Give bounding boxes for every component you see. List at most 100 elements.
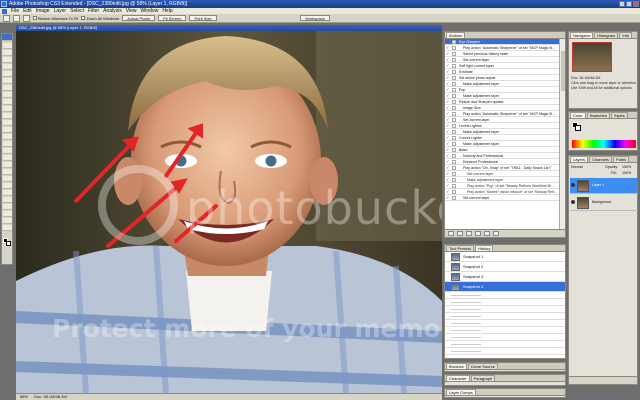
tool-button[interactable] <box>3 78 12 84</box>
dialog-toggle-icon[interactable] <box>452 70 456 74</box>
action-toggle-checkbox[interactable]: ✓ <box>446 52 450 56</box>
action-toggle-checkbox[interactable]: ✓ <box>446 130 450 134</box>
visibility-eye-icon[interactable] <box>571 200 575 204</box>
close-button[interactable] <box>633 1 639 7</box>
action-toggle-checkbox[interactable]: ✓ <box>446 160 450 164</box>
maximize-button[interactable] <box>626 1 632 7</box>
actual-pixels-button[interactable]: Actual Pixels <box>122 15 156 21</box>
actions-scroll-thumb[interactable] <box>561 51 565 91</box>
action-toggle-checkbox[interactable]: ✓ <box>446 46 450 50</box>
history-state[interactable] <box>445 334 565 341</box>
dialog-toggle-icon[interactable] <box>452 148 456 152</box>
tab-channels[interactable]: Channels <box>589 156 612 162</box>
history-snapshot[interactable]: Snapshot 2 <box>445 262 565 272</box>
tab-clone-source[interactable]: Clone Source <box>467 363 498 369</box>
zoom-level[interactable]: 58% <box>20 394 28 400</box>
tool-button[interactable] <box>3 211 12 217</box>
dialog-toggle-icon[interactable] <box>452 160 456 164</box>
history-state[interactable] <box>445 348 565 355</box>
action-toggle-checkbox[interactable]: ✓ <box>446 154 450 158</box>
action-toggle-checkbox[interactable]: ✓ <box>446 70 450 74</box>
action-toggle-checkbox[interactable]: ✓ <box>446 112 450 116</box>
fill-field[interactable]: 100% <box>622 171 631 176</box>
zoom-in-icon[interactable] <box>13 14 20 22</box>
tool-button[interactable] <box>3 204 12 210</box>
dialog-toggle-icon[interactable] <box>452 64 456 68</box>
tool-button[interactable] <box>3 113 12 119</box>
dialog-toggle-icon[interactable] <box>452 106 456 110</box>
dialog-toggle-icon[interactable] <box>452 52 456 56</box>
tool-button[interactable] <box>3 106 12 112</box>
history-snapshot[interactable]: Snapshot 4 <box>445 282 565 292</box>
history-state[interactable] <box>445 341 565 348</box>
new-action-button[interactable] <box>484 231 490 236</box>
background-color-icon[interactable] <box>6 241 11 246</box>
action-toggle-checkbox[interactable]: ✓ <box>446 142 450 146</box>
record-button[interactable] <box>457 231 463 236</box>
dialog-toggle-icon[interactable] <box>452 46 456 50</box>
action-toggle-checkbox[interactable]: ✓ <box>446 40 450 44</box>
dialog-toggle-icon[interactable] <box>452 40 456 44</box>
action-toggle-checkbox[interactable]: ✓ <box>446 190 450 194</box>
layer-row[interactable]: Background <box>570 195 638 211</box>
action-row[interactable]: ✓ Set current layer <box>445 195 559 201</box>
visibility-eye-icon[interactable] <box>571 183 575 187</box>
dialog-toggle-icon[interactable] <box>452 172 456 176</box>
action-toggle-checkbox[interactable]: ✓ <box>446 172 450 176</box>
blend-mode-select[interactable]: Normal <box>571 165 583 170</box>
background-swatch[interactable] <box>575 125 581 131</box>
tab-actions[interactable]: Actions <box>446 32 466 38</box>
dialog-toggle-icon[interactable] <box>452 190 456 194</box>
tool-button[interactable] <box>3 148 12 154</box>
delete-action-button[interactable] <box>493 231 499 236</box>
history-state[interactable] <box>445 306 565 313</box>
tab-swatches[interactable]: Swatches <box>586 112 610 118</box>
dialog-toggle-icon[interactable] <box>452 136 456 140</box>
new-set-button[interactable] <box>475 231 481 236</box>
tool-button[interactable] <box>3 92 12 98</box>
tool-button[interactable] <box>3 43 12 49</box>
dialog-toggle-icon[interactable] <box>452 118 456 122</box>
dialog-toggle-icon[interactable] <box>452 196 456 200</box>
action-toggle-checkbox[interactable]: ✓ <box>446 148 450 152</box>
dialog-toggle-icon[interactable] <box>452 58 456 62</box>
dialog-toggle-icon[interactable] <box>452 112 456 116</box>
tab-paths[interactable]: Paths <box>612 156 630 162</box>
action-toggle-checkbox[interactable]: ✓ <box>446 106 450 110</box>
tab-brushes[interactable]: Brushes <box>446 363 467 369</box>
action-toggle-checkbox[interactable]: ✓ <box>446 124 450 128</box>
tab-layers[interactable]: Layers <box>570 156 589 162</box>
action-toggle-checkbox[interactable]: ✓ <box>446 136 450 140</box>
play-button[interactable] <box>466 231 472 236</box>
tool-button[interactable] <box>3 183 12 189</box>
tab-tool-presets[interactable]: Tool Presets <box>446 245 475 251</box>
action-toggle-checkbox[interactable]: ✓ <box>446 118 450 122</box>
tool-button[interactable] <box>3 190 12 196</box>
tool-button[interactable] <box>3 71 12 77</box>
tool-button[interactable] <box>3 50 12 56</box>
workspace-dropdown[interactable]: Workspace <box>300 15 330 21</box>
tool-button[interactable] <box>3 176 12 182</box>
action-toggle-checkbox[interactable]: ✓ <box>446 94 450 98</box>
action-toggle-checkbox[interactable]: ✓ <box>446 196 450 200</box>
toolbox-header[interactable] <box>2 34 12 41</box>
tool-button[interactable] <box>3 134 12 140</box>
action-toggle-checkbox[interactable]: ✓ <box>446 100 450 104</box>
fit-screen-button[interactable]: Fit Screen <box>158 15 187 21</box>
dialog-toggle-icon[interactable] <box>452 142 456 146</box>
dialog-toggle-icon[interactable] <box>452 100 456 104</box>
tool-button[interactable] <box>3 169 12 175</box>
tool-button[interactable] <box>3 85 12 91</box>
zoom-all-checkbox[interactable]: Zoom All Windows <box>81 16 119 21</box>
zoom-out-icon[interactable] <box>23 14 30 22</box>
tab-character[interactable]: Character <box>446 375 470 381</box>
dialog-toggle-icon[interactable] <box>452 76 456 80</box>
layer-row[interactable]: Layer 1 <box>570 178 638 194</box>
tool-button[interactable] <box>3 141 12 147</box>
action-toggle-checkbox[interactable]: ✓ <box>446 82 450 86</box>
dialog-toggle-icon[interactable] <box>452 124 456 128</box>
tab-history[interactable]: History <box>475 245 494 251</box>
tab-styles[interactable]: Styles <box>610 112 628 118</box>
dialog-toggle-icon[interactable] <box>452 166 456 170</box>
document-canvas[interactable]: photobucket Protect more of your memorie… <box>16 31 442 393</box>
